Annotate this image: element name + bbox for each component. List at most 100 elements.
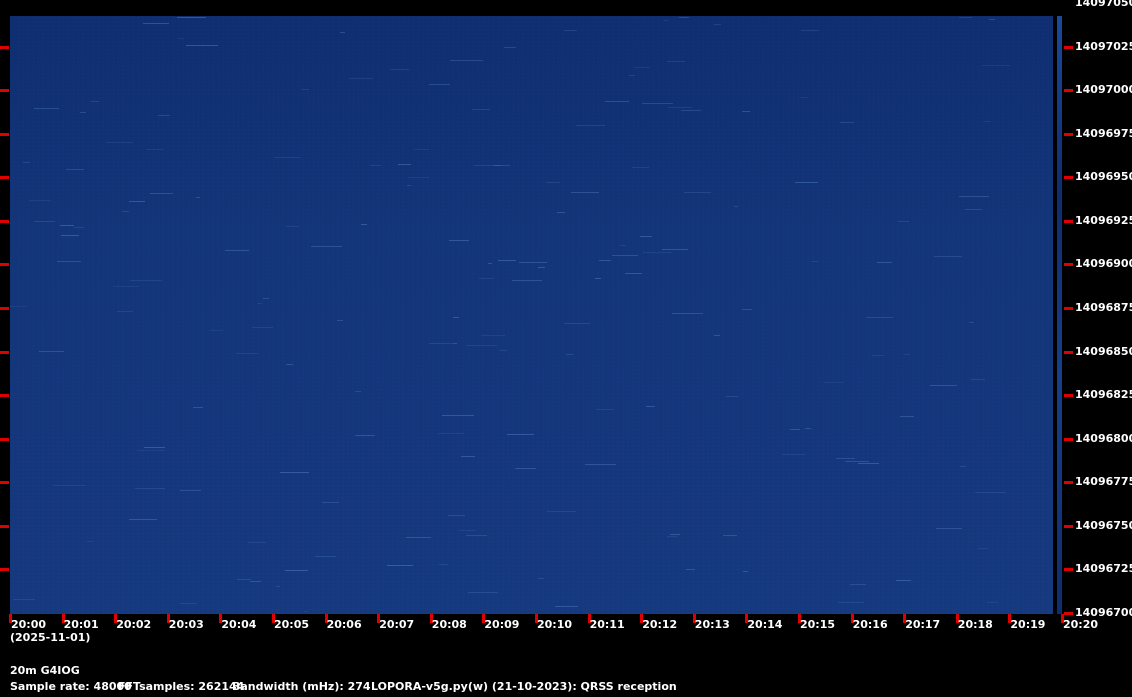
noise-speck [664, 20, 668, 21]
noise-speck [472, 109, 490, 110]
frequency-tick-right [1064, 394, 1073, 398]
noise-speck [250, 581, 261, 582]
noise-speck [34, 221, 55, 222]
noise-speck [515, 468, 536, 469]
time-label: 20:04 [221, 618, 257, 631]
noise-speck [500, 350, 507, 351]
noise-speck [667, 536, 677, 537]
waterfall-display [10, 16, 1053, 614]
frequency-tick-right [1064, 611, 1073, 615]
noise-speck [340, 32, 345, 33]
noise-speck [790, 429, 800, 430]
frequency-label: 14096775 [1075, 475, 1132, 489]
noise-speck [34, 108, 59, 109]
noise-speck [585, 464, 616, 465]
noise-speck [900, 416, 914, 417]
noise-speck [236, 353, 258, 354]
noise-speck [555, 606, 578, 607]
noise-speck [466, 535, 487, 536]
noise-speck [982, 65, 1010, 66]
noise-speck [646, 406, 655, 407]
noise-speck [180, 603, 197, 604]
noise-speck [390, 69, 409, 70]
time-label: 20:14 [747, 618, 783, 631]
noise-speck [898, 221, 909, 222]
noise-speck [596, 409, 614, 410]
noise-speck [668, 107, 692, 108]
noise-speck [210, 330, 223, 331]
noise-speck [576, 125, 605, 126]
noise-speck [178, 38, 184, 39]
noise-speck [448, 515, 465, 516]
noise-speck [370, 165, 381, 166]
noise-speck [130, 280, 162, 281]
time-label: 20:02 [116, 618, 152, 631]
noise-speck [60, 225, 74, 226]
noise-speck [742, 309, 752, 310]
noise-speck [625, 273, 642, 274]
noise-speck [450, 60, 483, 61]
noise-speck [248, 542, 266, 543]
frequency-tick-left [0, 481, 9, 485]
noise-speck [519, 262, 547, 263]
frequency-label: 14096875 [1075, 300, 1132, 314]
noise-speck [337, 320, 343, 321]
noise-speck [414, 149, 429, 150]
frequency-label: 14097025 [1075, 39, 1132, 53]
frequency-tick-right [1064, 132, 1073, 136]
noise-speck [196, 197, 200, 198]
noise-speck [538, 267, 545, 268]
noise-speck [10, 306, 27, 307]
time-label: 20:08 [431, 618, 467, 631]
noise-speck [742, 111, 750, 112]
noise-speck [643, 252, 672, 253]
noise-speck [39, 351, 64, 352]
noise-speck [74, 227, 84, 228]
noise-speck [571, 192, 599, 193]
noise-speck [930, 385, 957, 386]
noise-speck [285, 570, 308, 571]
software-label: LOPORA-v5g.py(w) (21-10-2023): QRSS rece… [371, 680, 677, 693]
noise-speck [714, 24, 721, 25]
noise-speck [858, 463, 879, 464]
frequency-label: 14096975 [1075, 126, 1132, 140]
noise-speck [180, 490, 201, 491]
noise-speck [743, 571, 748, 572]
frequency-tick-right [1064, 350, 1073, 354]
station-label: 20m G4IOG [10, 664, 80, 677]
noise-speck [512, 280, 542, 281]
frequency-label: 14096900 [1075, 257, 1132, 271]
noise-speck [734, 206, 738, 207]
noise-speck [398, 164, 411, 165]
noise-speck [904, 354, 910, 355]
noise-speck [605, 101, 629, 102]
noise-speck [564, 30, 577, 31]
noise-speck [302, 89, 309, 90]
noise-speck [481, 335, 505, 336]
noise-speck [129, 201, 145, 202]
noise-speck [257, 303, 262, 304]
noise-speck [459, 530, 476, 531]
noise-speck [684, 192, 711, 193]
frequency-tick-left [0, 219, 9, 223]
noise-speck [866, 317, 893, 318]
noise-speck [315, 556, 336, 557]
noise-speck [984, 121, 991, 122]
noise-speck [193, 407, 203, 408]
noise-speck [453, 317, 459, 318]
noise-speck [936, 528, 962, 529]
noise-speck [407, 185, 411, 186]
noise-speck [824, 382, 844, 383]
frequency-label: 14096725 [1075, 562, 1132, 576]
frequency-tick-right [1064, 306, 1073, 310]
frequency-tick-right [1064, 524, 1073, 528]
time-label: 20:16 [852, 618, 888, 631]
noise-speck [642, 103, 673, 104]
noise-speck [679, 17, 689, 18]
noise-speck [595, 278, 601, 279]
noise-speck [280, 472, 309, 473]
noise-speck [61, 235, 79, 236]
noise-speck [355, 435, 375, 436]
noise-speck [406, 537, 431, 538]
noise-speck [686, 569, 695, 570]
